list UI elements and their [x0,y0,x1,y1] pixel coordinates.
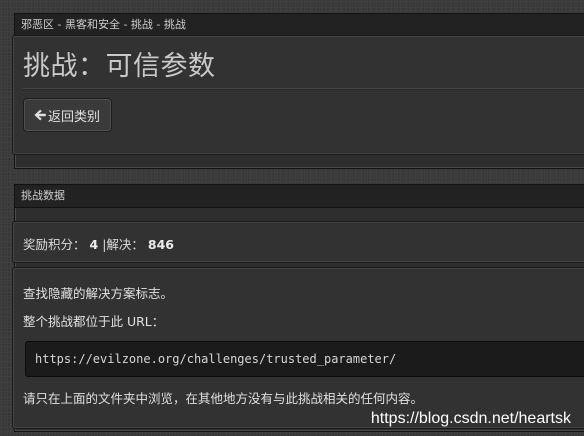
page-title: 挑战：可信参数 [23,51,216,82]
back-button-label: 返回类别 [48,109,101,125]
panel-heading: 挑战数据 [15,185,584,208]
solves-value: 846 [147,237,174,252]
challenge-url[interactable]: https://evilzone.org/challenges/trusted_… [35,352,396,366]
url-intro-text: 整个挑战都位于此 URL： [23,314,165,329]
challenge-title-box: 挑战：可信参数 返回类别 [12,35,584,155]
description-box: 查找隐藏的解决方案标志。 整个挑战都位于此 URL： https://evilz… [12,267,584,429]
points-value: 4 [89,237,99,252]
instruction-text: 查找隐藏的解决方案标志。 [23,286,174,301]
back-to-category-button[interactable]: 返回类别 [23,98,113,132]
solves-label: 解决： [106,237,144,252]
divider [23,88,584,90]
score-line: 奖励积分： 4 |解决： 846 [23,234,174,253]
score-box: 奖励积分： 4 |解决： 846 [12,221,584,263]
watermark: https://blog.csdn.net/heartsk [370,410,571,427]
points-label: 奖励积分： [23,237,86,252]
scope-note-text: 请只在上面的文件夹中浏览，在其他地方没有与此挑战相关的任何内容。 [23,391,424,406]
url-code-block: https://evilzone.org/challenges/trusted_… [25,341,584,377]
breadcrumb: 邪恶区 - 黑客和安全 - 挑战 - 挑战 [15,14,584,37]
arrow-left-icon [33,108,47,122]
